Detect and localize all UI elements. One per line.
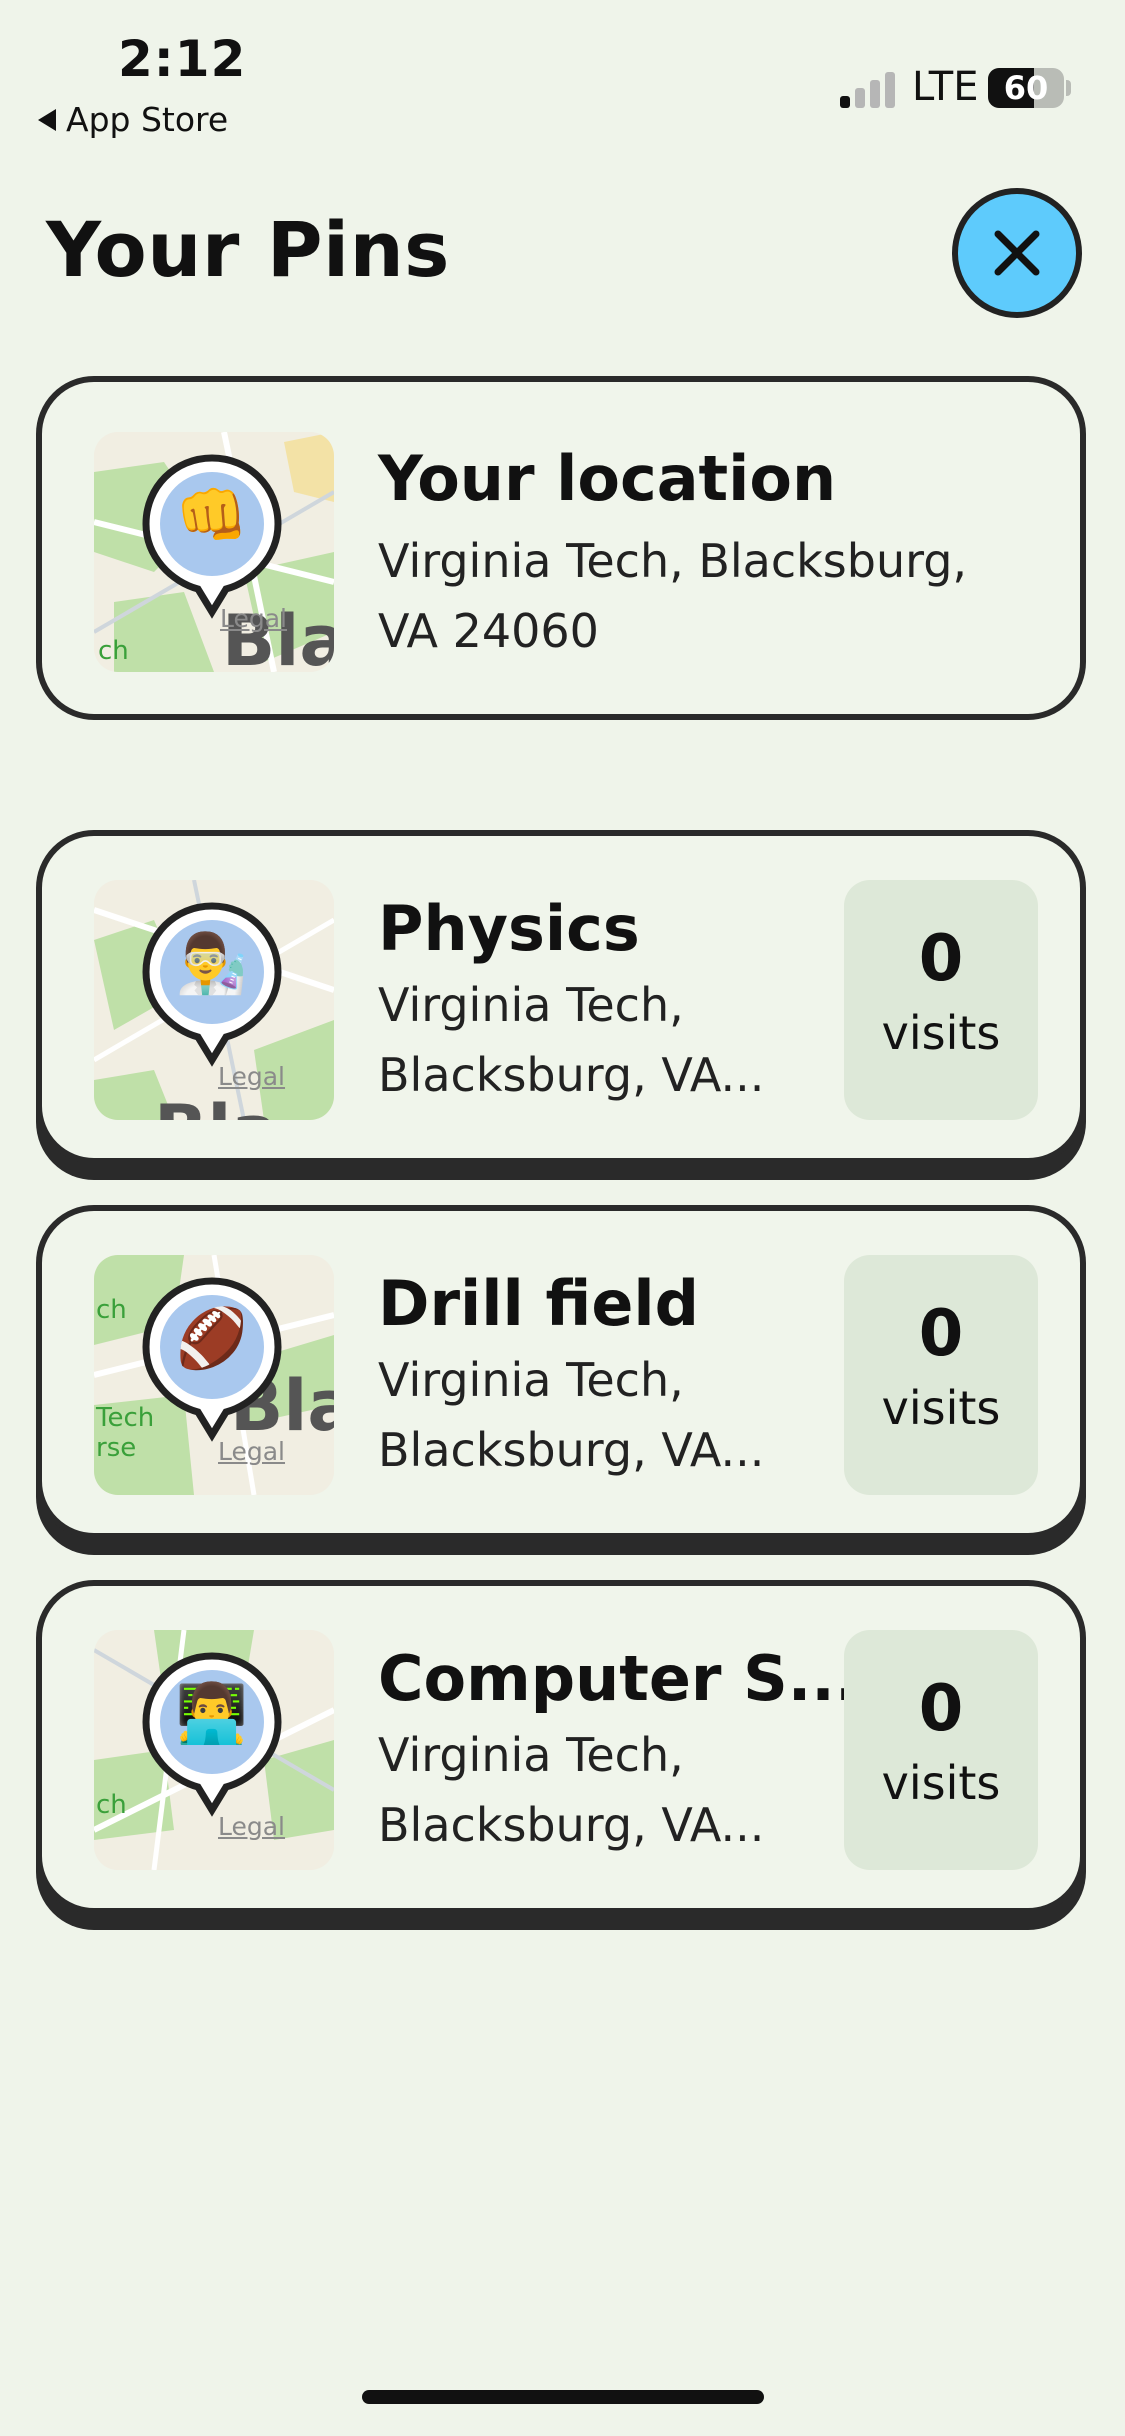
back-arrow-icon <box>38 108 56 131</box>
pin-title: Physics <box>378 892 640 965</box>
visits-count: 0 <box>918 1672 964 1746</box>
status-time: 2:12 <box>118 30 247 88</box>
pin-card[interactable]: ch Legal 👨‍💻 Computer S... Virginia Tech… <box>36 1580 1086 1914</box>
visits-badge: 0 visits <box>844 880 1038 1120</box>
map-label: rse <box>96 1433 137 1463</box>
pin-address-line2: Blacksburg, VA... <box>378 1423 765 1477</box>
status-bar: 2:12 App Store LTE 60 <box>0 0 1125 150</box>
pin-address: Virginia Tech, Blacksburg, VA... <box>378 970 764 1110</box>
map-label: ch <box>98 636 129 666</box>
pin-title: Your location <box>378 442 837 515</box>
pin-address: Virginia Tech, Blacksburg, VA... <box>378 1720 764 1860</box>
back-to-app-store-link[interactable]: App Store <box>38 100 228 139</box>
battery-percent: 60 <box>1003 69 1049 107</box>
visits-label: visits <box>881 1006 1001 1060</box>
map-thumbnail: Bla Legal 👨‍🔬 <box>94 880 334 1120</box>
pin-address-line1: Virginia Tech, <box>378 978 684 1032</box>
cellular-signal-icon <box>840 68 895 108</box>
map-label: ch <box>96 1790 127 1820</box>
pin-title: Computer S... <box>378 1642 859 1715</box>
pin-card[interactable]: ch Tech rse Bla Legal 🏈 Drill field Virgini… <box>36 1205 1086 1539</box>
map-thumbnail: ch Legal 👨‍💻 <box>94 1630 334 1870</box>
page-title: Your Pins <box>46 205 450 294</box>
map-label: Bla <box>154 1090 279 1120</box>
visits-label: visits <box>881 1756 1001 1810</box>
pin-address-line2: VA 24060 <box>378 604 599 658</box>
pin-address: Virginia Tech, Blacksburg, VA... <box>378 1345 764 1485</box>
home-indicator <box>362 2390 764 2404</box>
visits-label: visits <box>881 1381 1001 1435</box>
pin-address-line2: Blacksburg, VA... <box>378 1798 765 1852</box>
network-type: LTE <box>912 64 979 110</box>
battery-icon: 60 <box>988 68 1064 108</box>
close-icon <box>994 230 1040 276</box>
back-app-label: App Store <box>66 100 229 139</box>
pin-emoji: 👨‍💻 <box>175 1679 249 1747</box>
close-button[interactable] <box>952 188 1082 318</box>
pin-emoji: 🏈 <box>175 1304 249 1372</box>
map-thumbnail: ch Bla Legal 👊 <box>94 432 334 672</box>
current-location-card[interactable]: ch Bla Legal 👊 Your location Virginia Te… <box>36 376 1086 720</box>
visits-badge: 0 visits <box>844 1630 1038 1870</box>
visits-count: 0 <box>918 1297 964 1371</box>
pin-emoji: 👊 <box>175 481 249 549</box>
map-thumbnail: ch Tech rse Bla Legal 🏈 <box>94 1255 334 1495</box>
pin-address-line1: Virginia Tech, Blacksburg, <box>378 534 968 588</box>
pin-emoji: 👨‍🔬 <box>175 929 249 997</box>
pin-address-line1: Virginia Tech, <box>378 1353 684 1407</box>
pin-title: Drill field <box>378 1267 700 1340</box>
pin-card[interactable]: Bla Legal 👨‍🔬 Physics Virginia Tech, Bla… <box>36 830 1086 1164</box>
pin-address: Virginia Tech, Blacksburg, VA 24060 <box>378 526 967 666</box>
visits-badge: 0 visits <box>844 1255 1038 1495</box>
map-label: ch <box>96 1295 127 1325</box>
pin-address-line2: Blacksburg, VA... <box>378 1048 765 1102</box>
pin-address-line1: Virginia Tech, <box>378 1728 684 1782</box>
visits-count: 0 <box>918 922 964 996</box>
battery-tip <box>1066 80 1071 96</box>
